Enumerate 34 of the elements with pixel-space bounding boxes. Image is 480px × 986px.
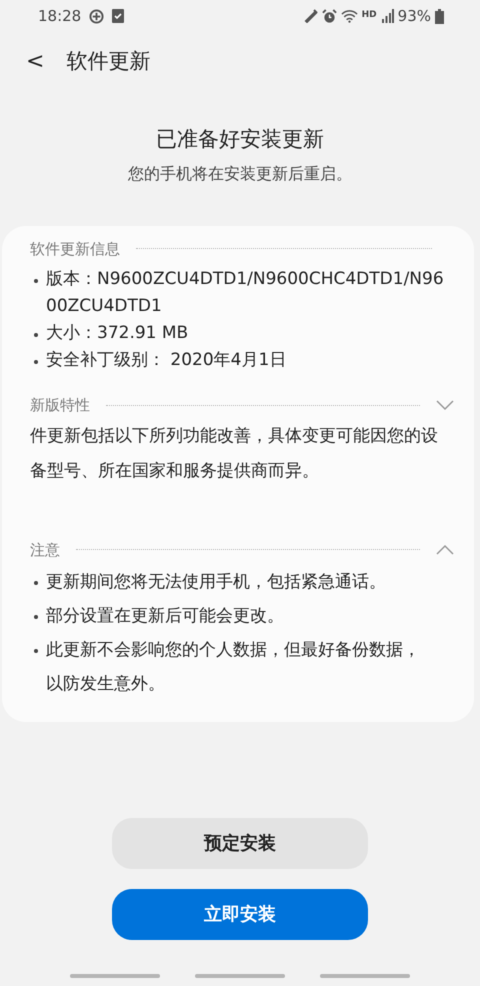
section-title: 新版特性: [30, 395, 90, 416]
wifi-icon: [340, 9, 358, 23]
bullet-icon: [34, 581, 38, 585]
bullet-icon: [34, 279, 38, 283]
schedule-install-button[interactable]: 预定安装: [112, 818, 368, 869]
plus-circle-icon: [89, 8, 104, 24]
bullet-text: 版本：N9600ZCU4DTD1/N9600CHC4DTD1/N9600ZCU4DTD1: [46, 268, 445, 318]
collapse-chevron-icon[interactable]: [436, 544, 454, 556]
expand-chevron-icon[interactable]: [436, 399, 454, 412]
bullet-text: 更新期间您将无法使用手机，包括紧急通话。: [46, 571, 387, 594]
heading-subtitle: 您的手机将在安装更新后重启。: [127, 162, 353, 184]
checkbox-icon: [112, 9, 124, 23]
back-button[interactable]: <: [20, 51, 50, 73]
bullet-icon: [34, 649, 38, 653]
battery-icon: [435, 8, 444, 24]
heading-title: 已准备好安装更新: [155, 126, 325, 153]
page-title: 软件更新: [66, 48, 150, 76]
install-now-button[interactable]: 立即安装: [112, 889, 368, 940]
bullet-icon: [34, 333, 38, 337]
bullet-text: 此更新不会影响您的个人数据，但最好备份数据，以防发生意外。: [46, 639, 421, 696]
bullet-icon: [34, 615, 38, 619]
bullet-text: 安全补丁级别： 2020年4月1日: [46, 349, 286, 372]
network-label: HD: [362, 9, 377, 22]
battery-percent: 93%: [398, 6, 431, 27]
alarm-icon: [322, 8, 337, 24]
signal-icon: [380, 9, 394, 23]
section-title: 软件更新信息: [30, 238, 120, 260]
bullet-text: 部分设置在更新后可能会更改。: [46, 605, 285, 628]
feature-text: 件更新包括以下所列功能改善，具体变更可能因您的设备型号、所在国家和服务提供商而异。: [30, 424, 439, 482]
bullet-text: 大小：372.91 MB: [46, 322, 188, 345]
section-title: 注意: [30, 540, 60, 560]
bullet-icon: [34, 360, 38, 364]
status-time: 18:28: [38, 6, 82, 27]
pen-icon: [304, 9, 318, 23]
